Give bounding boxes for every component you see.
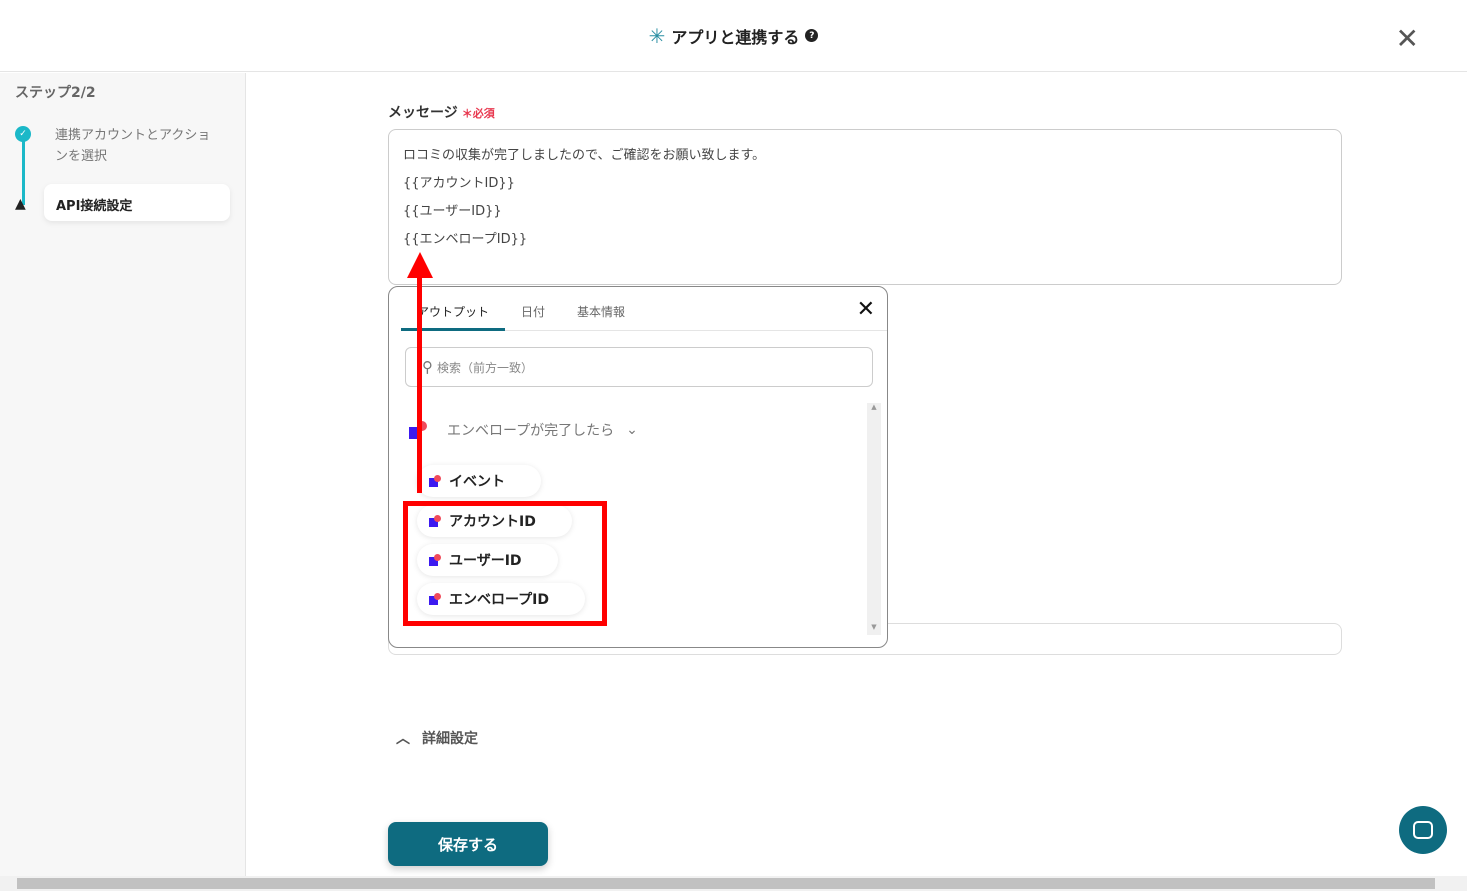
warning-icon: ▲	[15, 196, 26, 212]
tab-date[interactable]: 日付	[505, 287, 561, 331]
advanced-settings-toggle[interactable]: ︿ 詳細設定	[396, 728, 478, 748]
check-icon: ✓	[15, 126, 31, 142]
scrollbar-thumb[interactable]	[17, 878, 1435, 889]
close-icon[interactable]: ✕	[1396, 22, 1419, 55]
docusign-icon	[429, 475, 441, 487]
output-item[interactable]: イベント	[417, 465, 541, 497]
arrow-head-icon	[407, 252, 433, 278]
message-line: {{ユーザーID}}	[403, 204, 502, 219]
message-textarea[interactable]: ロコミの収集が完了しましたので、ご確認をお願い致します。 {{アカウントID}}…	[388, 129, 1342, 285]
chat-icon	[1413, 821, 1433, 839]
horizontal-scrollbar[interactable]	[0, 876, 1467, 891]
sidebar-step-select-action[interactable]: 連携アカウントとアクションを選択	[55, 125, 220, 167]
message-label: メッセージ ＊必須	[388, 105, 495, 121]
header: ✳ アプリと連携する ? ✕	[0, 0, 1467, 72]
chevron-up-icon: ︿	[396, 731, 410, 747]
sidebar-step-api-settings[interactable]: API接続設定	[44, 184, 230, 221]
close-icon[interactable]: ✕	[857, 297, 875, 322]
message-line: {{アカウントID}}	[403, 176, 515, 191]
highlight-box	[403, 501, 607, 626]
trigger-group[interactable]: エンベロープが完了したら ⌄	[409, 420, 638, 440]
tab-basic-info[interactable]: 基本情報	[561, 287, 641, 331]
required-badge: ＊必須	[461, 107, 495, 120]
step-connector	[22, 135, 25, 205]
page-title: ✳ アプリと連携する ?	[649, 24, 819, 48]
message-line: ロコミの収集が完了しましたので、ご確認をお願い致します。	[403, 148, 766, 163]
save-button[interactable]: 保存する	[388, 822, 548, 866]
chevron-down-icon: ⌄	[626, 422, 638, 438]
sidebar: ステップ2/2 ✓ 連携アカウントとアクションを選択 ▲ API接続設定	[0, 73, 246, 878]
message-line: {{エンベロープID}}	[403, 232, 528, 247]
chat-button[interactable]	[1399, 806, 1447, 854]
annotation-arrow	[417, 275, 422, 493]
panel-tabs: アウトプット 日付 基本情報	[401, 287, 887, 331]
help-icon[interactable]: ?	[805, 29, 819, 42]
search-input[interactable]: ⚲ 検索（前方一致）	[405, 347, 873, 387]
step-counter: ステップ2/2	[15, 85, 96, 101]
scrollbar[interactable]: ▲ ▼	[867, 403, 881, 635]
app-connect-icon: ✳	[648, 23, 666, 48]
search-icon: ⚲	[422, 358, 433, 376]
